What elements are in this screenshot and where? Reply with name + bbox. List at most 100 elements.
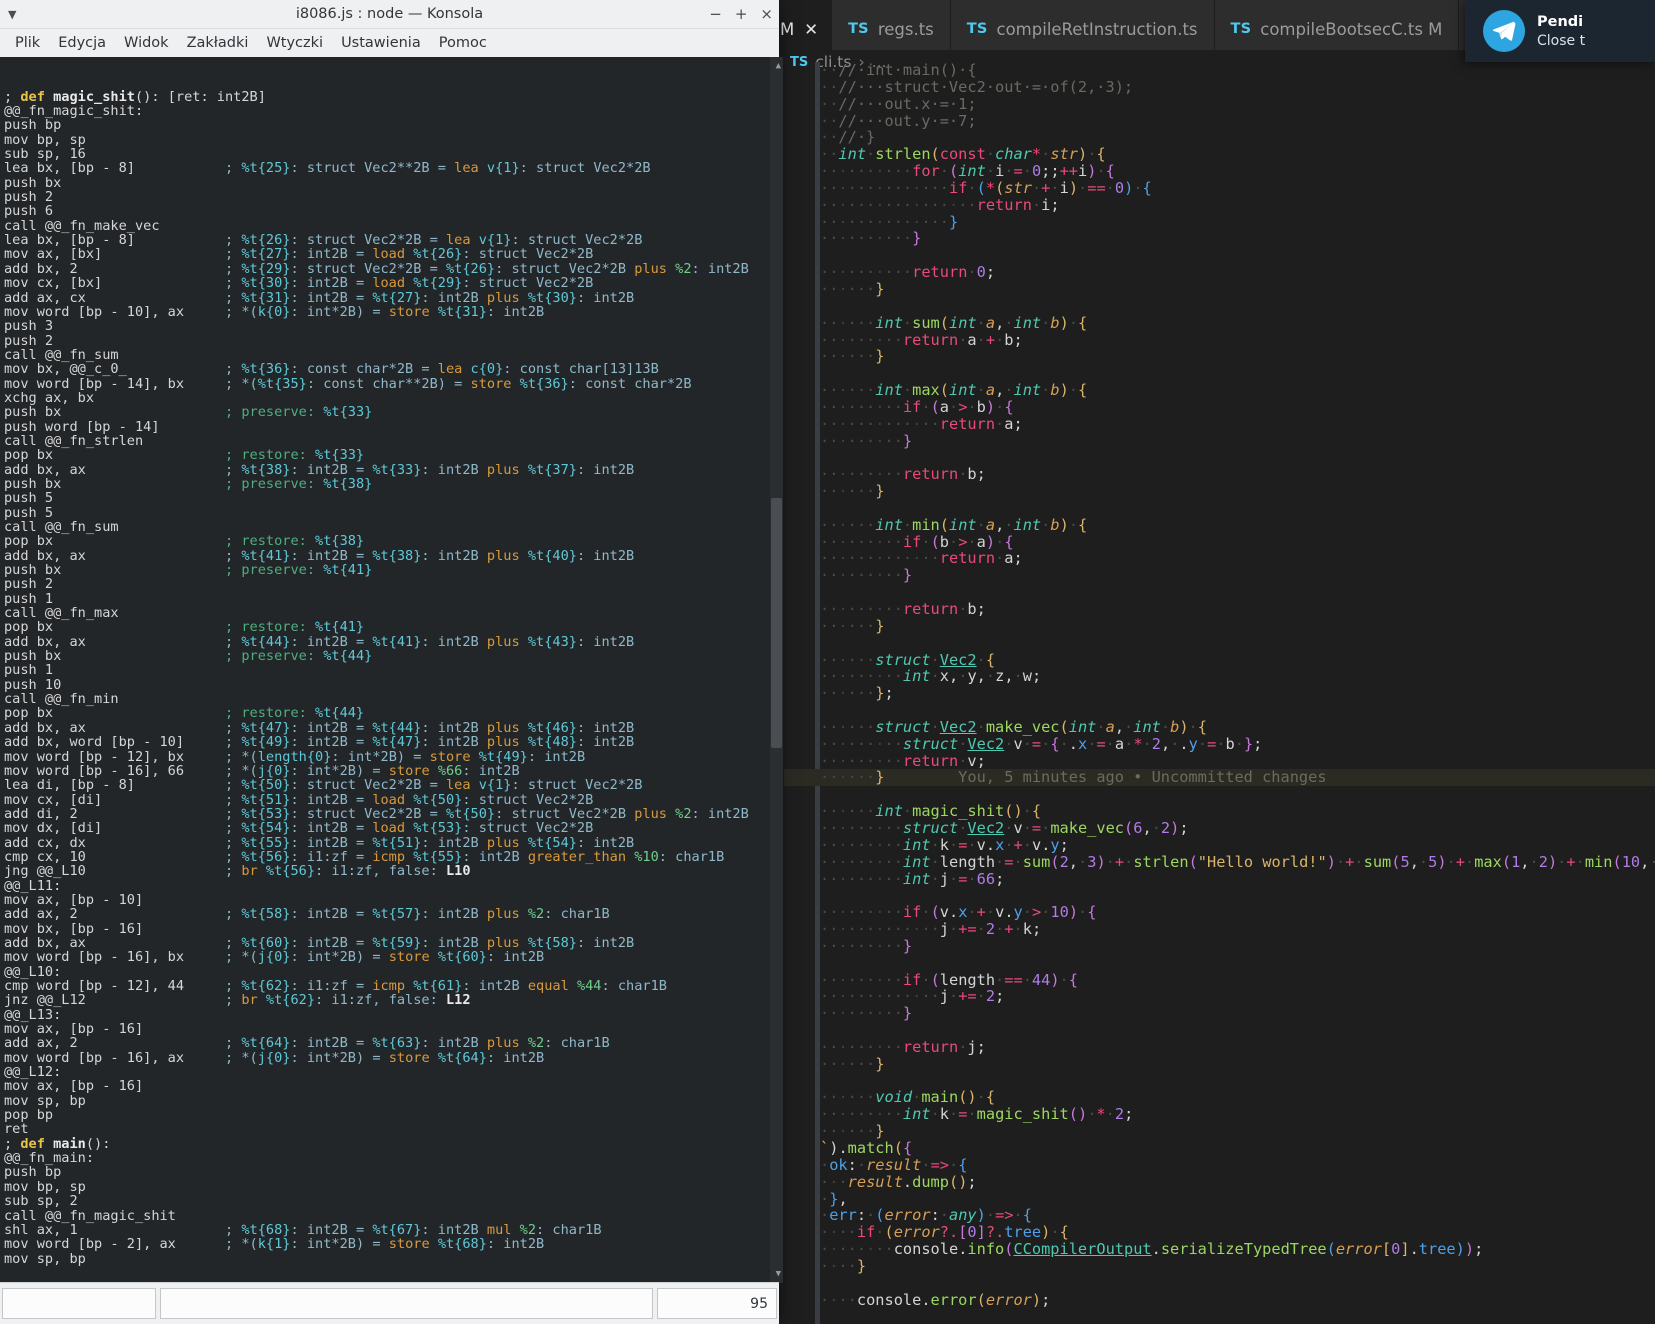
code-token: { <box>1087 903 1097 922</box>
terminal-scrollbar-thumb[interactable] <box>771 498 782 749</box>
terminal-line: push 5 <box>4 505 783 520</box>
code-token: ; <box>1013 330 1023 349</box>
code-token: int <box>902 852 931 871</box>
statusbar-number: 95 <box>750 1296 768 1312</box>
code-token: · <box>820 1240 830 1259</box>
code-token: · <box>820 1206 830 1225</box>
code-token: · <box>838 802 848 821</box>
menu-item-plik[interactable]: Plik <box>6 33 49 53</box>
code-token: match <box>847 1139 894 1157</box>
code-token: ··· <box>847 987 876 1006</box>
menu-item-edycja[interactable]: Edycja <box>49 33 115 53</box>
code-line: ··//···struct·Vec2·out·=·of(2,·3); <box>784 78 1655 96</box>
code-token: { <box>1078 381 1088 400</box>
code-line: ······} <box>784 1055 1655 1073</box>
code-token: min <box>912 515 940 534</box>
terminal-output[interactable]: ; def magic_shit(): [ret: int2B] @@_fn_ma… <box>0 57 783 1283</box>
terminal-line: @@_fn_main: <box>4 1151 783 1165</box>
window-menu-caret-icon[interactable]: ▼ <box>8 8 16 21</box>
code-token: } <box>875 616 885 635</box>
scroll-down-arrow-icon[interactable]: ▼ <box>776 1267 781 1281</box>
code-token: ·· <box>838 1223 857 1242</box>
terminal-line: call @@_fn_strlen <box>4 434 783 448</box>
menu-item-widok[interactable]: Widok <box>115 33 178 53</box>
terminal-line: mov word [bp - 16], bx ; *(j{0}: int*2B)… <box>4 950 783 964</box>
terminal-line: mov cx, [di] ; %t{51}: int2B = load %t{5… <box>4 792 783 807</box>
code-token: · <box>838 549 848 568</box>
menu-item-ustawienia[interactable]: Ustawienia <box>332 33 430 53</box>
scroll-up-arrow-icon[interactable]: ▲ <box>776 59 781 73</box>
terminal-token: : char1B <box>544 1035 610 1052</box>
code-line: ·········int·x,·y,·z,·w; <box>784 668 1655 685</box>
konsola-titlebar[interactable]: ▼ i8086.js : node — Konsola − + × <box>0 0 779 29</box>
menu-item-wtyczki[interactable]: Wtyczki <box>257 33 332 53</box>
code-token: . <box>949 903 959 922</box>
terminal-line: push word [bp - 14] <box>4 419 783 434</box>
code-line: ······} <box>784 483 1655 500</box>
code-token: · <box>1142 734 1152 753</box>
code-token: · <box>1022 903 1032 922</box>
terminal-token: : struct Vec2**2B = <box>290 160 455 177</box>
code-token: ·· <box>820 178 839 197</box>
terminal-line: add ax, cx ; %t{31}: int2B = %t{27}: int… <box>4 290 783 305</box>
code-token: · <box>838 482 848 501</box>
terminal-line: add ax, 2 ; %t{64}: int2B = %t{63}: int2… <box>4 1036 783 1050</box>
editor-tab-label: compileBootsecC.ts M <box>1260 19 1443 39</box>
telegram-notification[interactable]: Pendi Close t <box>1465 0 1655 62</box>
code-token: a <box>1114 734 1125 753</box>
code-token: tree <box>1004 1223 1042 1242</box>
terminal-token: %2 <box>527 906 545 923</box>
menu-item-pomoc[interactable]: Pomoc <box>430 33 496 53</box>
telegram-paper-plane-icon <box>1483 10 1525 52</box>
code-token: ··· <box>847 162 876 181</box>
terminal-line: add bx, ax ; %t{60}: int2B = %t{59}: int… <box>4 936 783 950</box>
code-token: ; <box>1179 818 1189 837</box>
terminal-token: ; *( <box>224 375 258 392</box>
code-token: ·· <box>820 1037 839 1056</box>
code-token: ; <box>976 600 986 618</box>
code-token: · <box>875 414 885 433</box>
code-editor[interactable]: ··//·int·main()·{··//···struct·Vec2·out·… <box>784 62 1655 1324</box>
code-token: ; <box>976 751 986 770</box>
terminal-line: call @@_fn_sum <box>4 520 783 534</box>
code-token: ·· <box>820 263 839 282</box>
terminal-line: ; def main(): <box>4 1137 783 1151</box>
code-token: v <box>976 835 986 854</box>
code-token: ] <box>976 1223 986 1242</box>
code-token: ··· <box>847 1004 876 1023</box>
code-token: · <box>875 465 885 484</box>
code-token: ··· <box>847 347 876 366</box>
code-token: ( <box>884 1223 894 1242</box>
code-token: error <box>985 1290 1032 1309</box>
code-token: int <box>1133 717 1161 736</box>
code-token: a <box>1105 717 1115 736</box>
close-button[interactable]: × <box>760 5 773 23</box>
typescript-file-icon: TS <box>1230 21 1252 37</box>
code-token: · <box>1041 818 1051 837</box>
terminal-token: plus <box>486 906 528 923</box>
code-token: { <box>985 650 996 669</box>
code-token: ; <box>1013 549 1023 568</box>
code-token: int <box>1013 313 1042 332</box>
git-blame-annotation[interactable]: You, 5 minutes ago • Uncommitted changes <box>885 768 1326 786</box>
code-line: ·········return·v; <box>784 751 1655 770</box>
minimize-button[interactable]: − <box>709 5 722 23</box>
code-token: · <box>985 145 996 164</box>
menu-item-zakładki[interactable]: Zakładki <box>178 33 258 53</box>
code-token: · <box>1041 734 1051 753</box>
maximize-button[interactable]: + <box>735 5 748 23</box>
code-token: ·· <box>884 397 903 416</box>
code-token: ·· <box>884 465 903 484</box>
terminal-line: @@_L11: <box>4 878 783 893</box>
code-line: ·········return·b; <box>784 601 1655 618</box>
code-token: == <box>1004 970 1023 989</box>
code-token: + <box>1013 835 1023 854</box>
code-token: max <box>912 381 940 400</box>
statusbar-slot-right: 95 <box>657 1288 777 1319</box>
close-icon[interactable]: ✕ <box>804 20 818 39</box>
code-token: · <box>912 549 922 568</box>
terminal-scrollbar[interactable]: ▲ ▼ <box>770 57 783 1283</box>
terminal-token: (): [ret: int2B] <box>134 88 266 105</box>
code-token: · <box>1068 381 1079 400</box>
code-token: struct <box>902 818 959 837</box>
